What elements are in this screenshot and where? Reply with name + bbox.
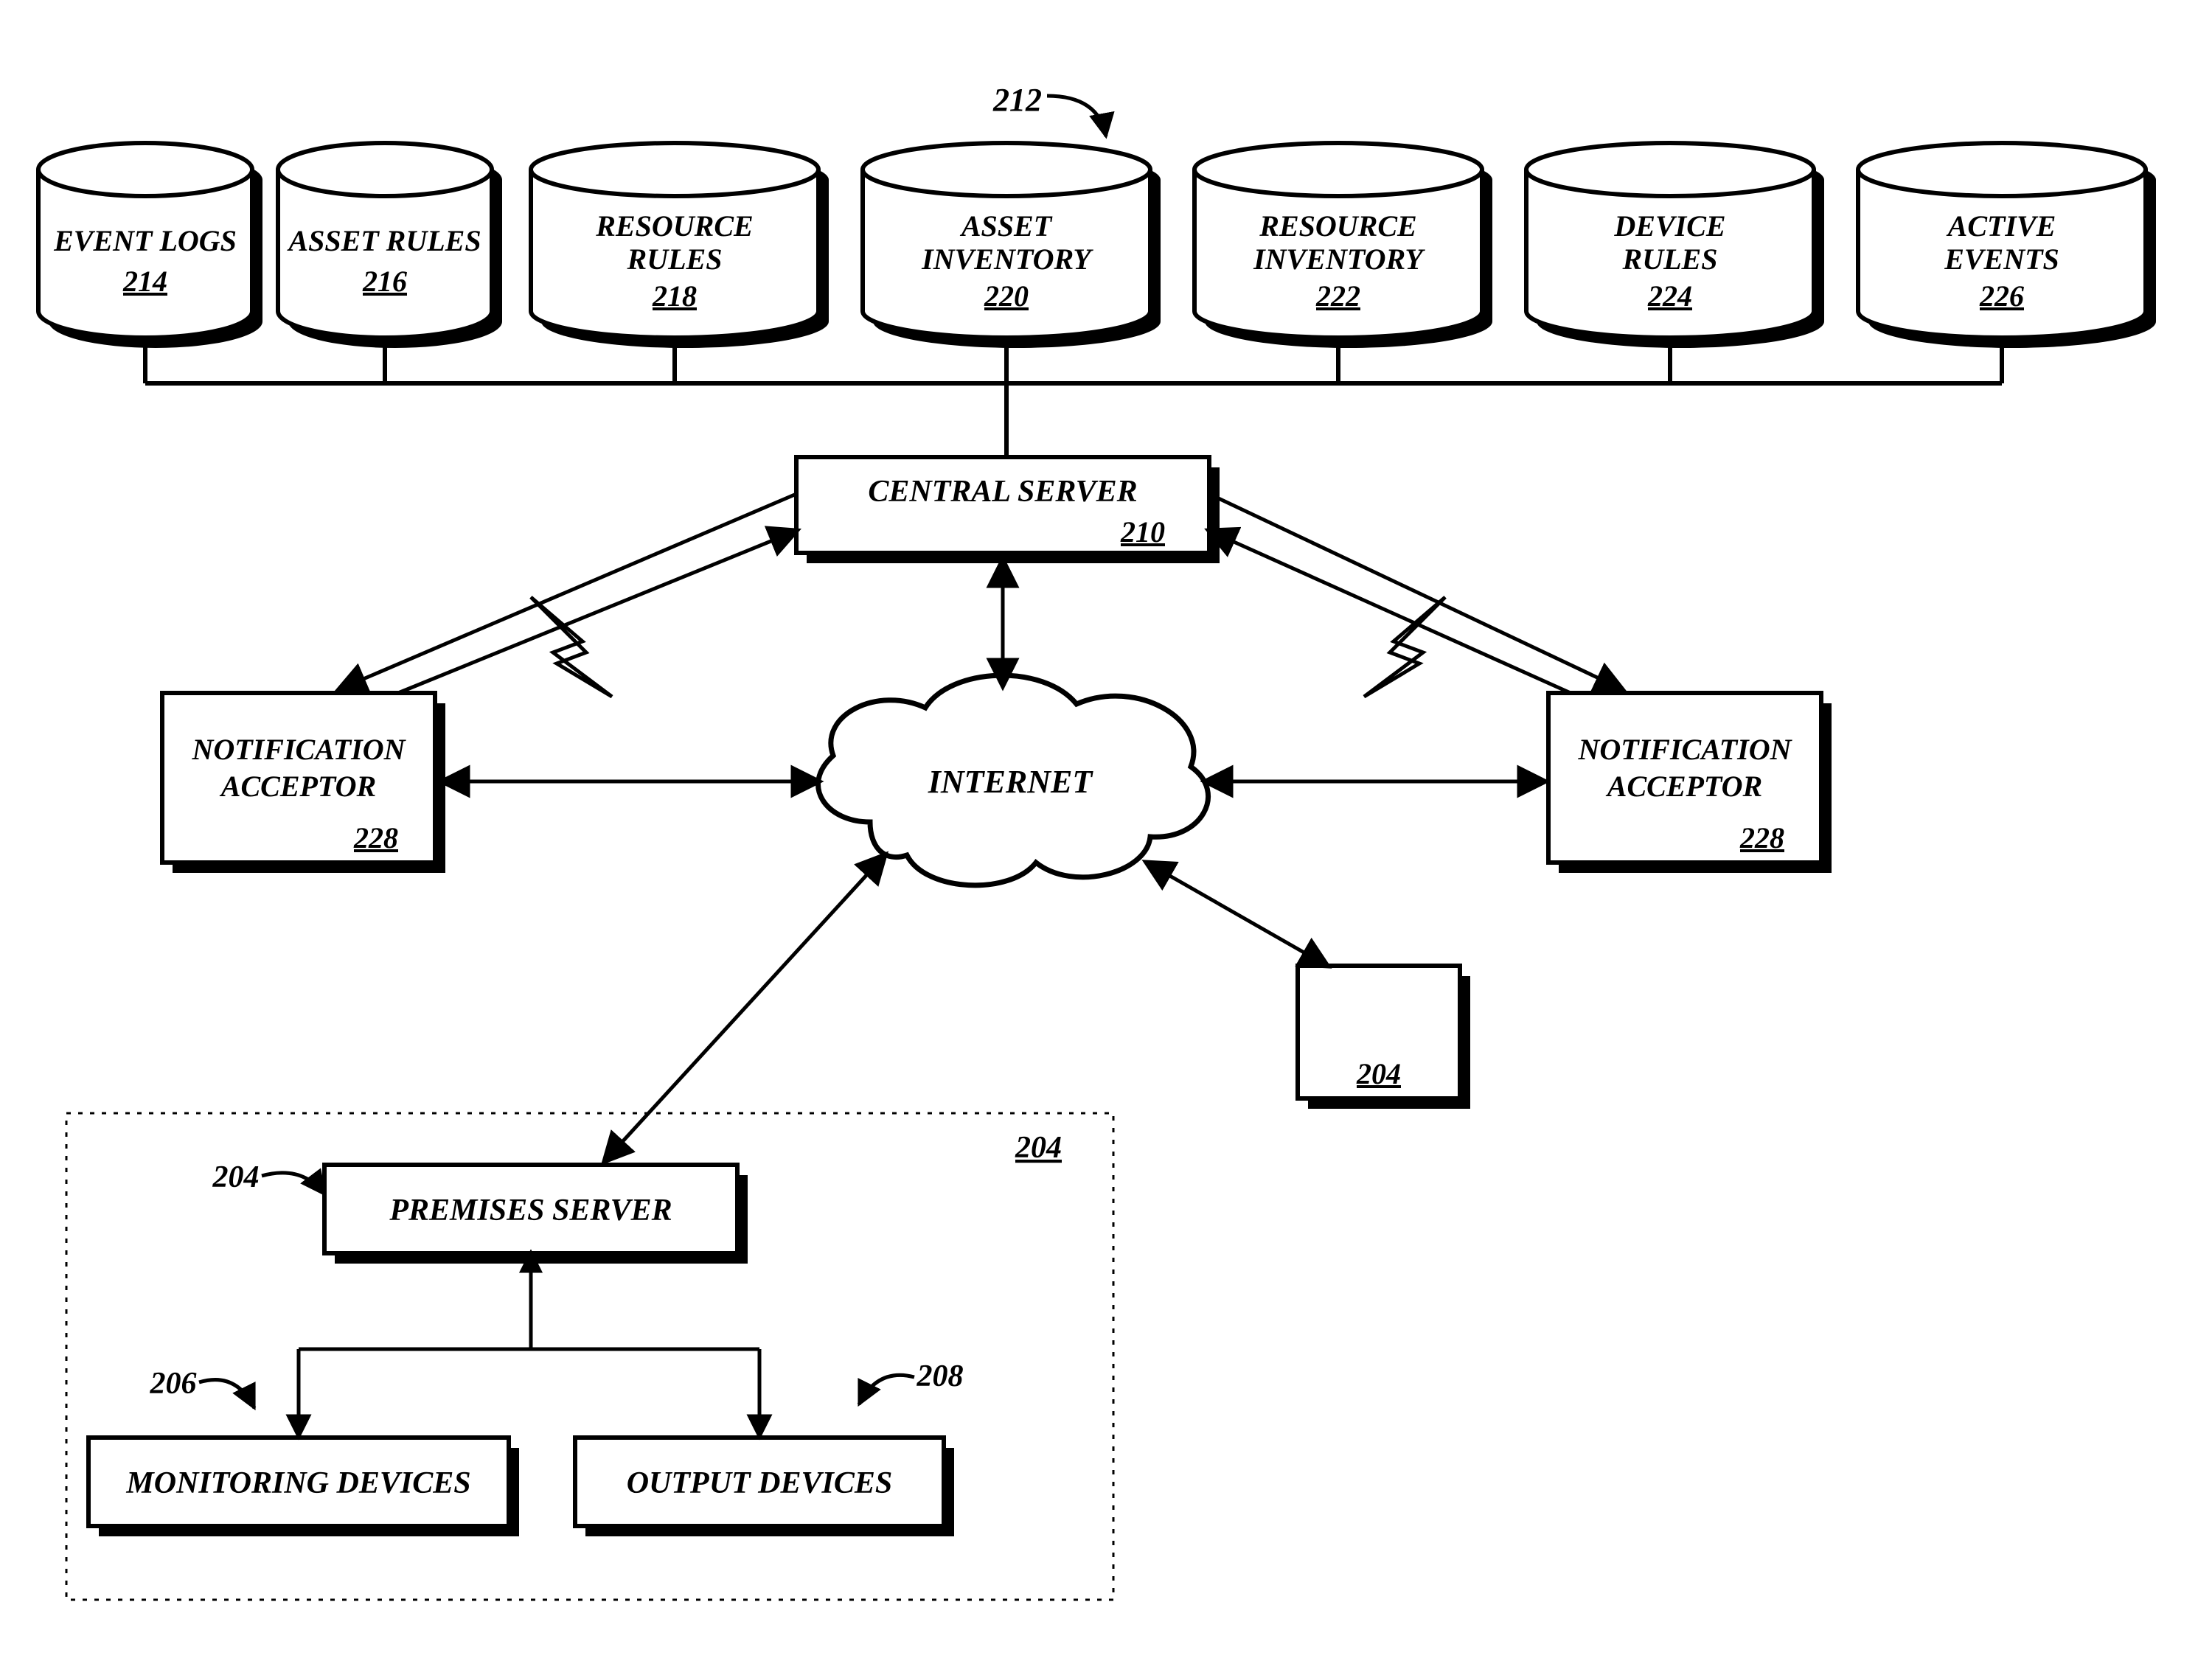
callout-204-left: 204 [212,1160,260,1194]
db-label-line1: ASSET [959,209,1053,243]
db-label-line1: ACTIVE [1946,209,2056,243]
db-active-events: ACTIVE EVENTS 226 [1858,143,2156,348]
output-devices-box: OUTPUT DEVICES [575,1438,954,1536]
db-event-logs: EVENT LOGS 214 [38,143,262,348]
db-label: ASSET RULES [286,224,481,257]
db-label-line2: INVENTORY [921,243,1093,276]
premises-server-label: PREMISES SERVER [389,1194,672,1227]
notification-acceptor-right: NOTIFICATION ACCEPTOR 228 [1548,693,1832,873]
internet-cloud: INTERNET [818,675,1208,885]
db-label-line2: RULES [1622,243,1718,276]
small-204-box: 204 [1298,966,1470,1109]
db-refnum: 222 [1315,279,1360,313]
db-refnum: 224 [1647,279,1692,313]
db-label-line1: RESOURCE [595,209,753,243]
database-row: EVENT LOGS 214 ASSET RULES 216 R [38,143,2156,348]
notif-left-refnum: 228 [353,821,398,854]
notification-acceptor-left: NOTIFICATION ACCEPTOR 228 [162,693,445,873]
monitoring-label: MONITORING DEVICES [125,1466,470,1500]
db-label-line2: RULES [627,243,723,276]
svg-text:212: 212 [992,82,1042,118]
callout-206: 206 [150,1367,197,1401]
callout-208: 208 [917,1359,964,1393]
diagram-canvas: EVENT LOGS 214 ASSET RULES 216 R [0,0,2212,1672]
premises-group-refnum: 204 [1015,1131,1062,1165]
callout-212: 212 [992,82,1106,136]
central-server-box: CENTRAL SERVER 210 [796,457,1220,563]
premises-group: 204 204 PREMISES SERVER 206 208 MONITORI… [66,1113,1113,1600]
db-resource-inventory: RESOURCE INVENTORY 222 [1194,143,1492,348]
db-label-line2: EVENTS [1944,243,2059,276]
db-label: EVENT LOGS [53,224,237,257]
notif-right-label-1: NOTIFICATION [1578,733,1793,766]
premises-server-box: PREMISES SERVER [324,1165,748,1264]
central-server-label: CENTRAL SERVER [868,475,1137,509]
db-label-line1: RESOURCE [1259,209,1416,243]
output-label: OUTPUT DEVICES [627,1466,893,1500]
small-204-refnum: 204 [1356,1057,1401,1090]
db-label-line2: INVENTORY [1253,243,1425,276]
lightning-icon [1364,597,1445,697]
db-refnum: 216 [362,265,407,298]
db-resource-rules: RESOURCE RULES 218 [531,143,829,348]
notif-left-label-2: ACCEPTOR [219,770,376,803]
central-server-refnum: 210 [1120,515,1165,548]
notif-left-label-1: NOTIFICATION [192,733,407,766]
db-asset-rules: ASSET RULES 216 [278,143,502,348]
db-refnum: 226 [1979,279,2024,313]
db-device-rules: DEVICE RULES 224 [1526,143,1824,348]
notif-right-label-2: ACCEPTOR [1605,770,1762,803]
db-bus [145,338,2002,457]
db-refnum: 220 [984,279,1029,313]
cloud-label: INTERNET [928,764,1094,800]
db-asset-inventory: ASSET INVENTORY 220 [863,143,1161,348]
db-label-line1: DEVICE [1613,209,1725,243]
notif-right-refnum: 228 [1739,821,1784,854]
monitoring-devices-box: MONITORING DEVICES [88,1438,519,1536]
db-refnum: 218 [652,279,697,313]
db-refnum: 214 [122,265,167,298]
